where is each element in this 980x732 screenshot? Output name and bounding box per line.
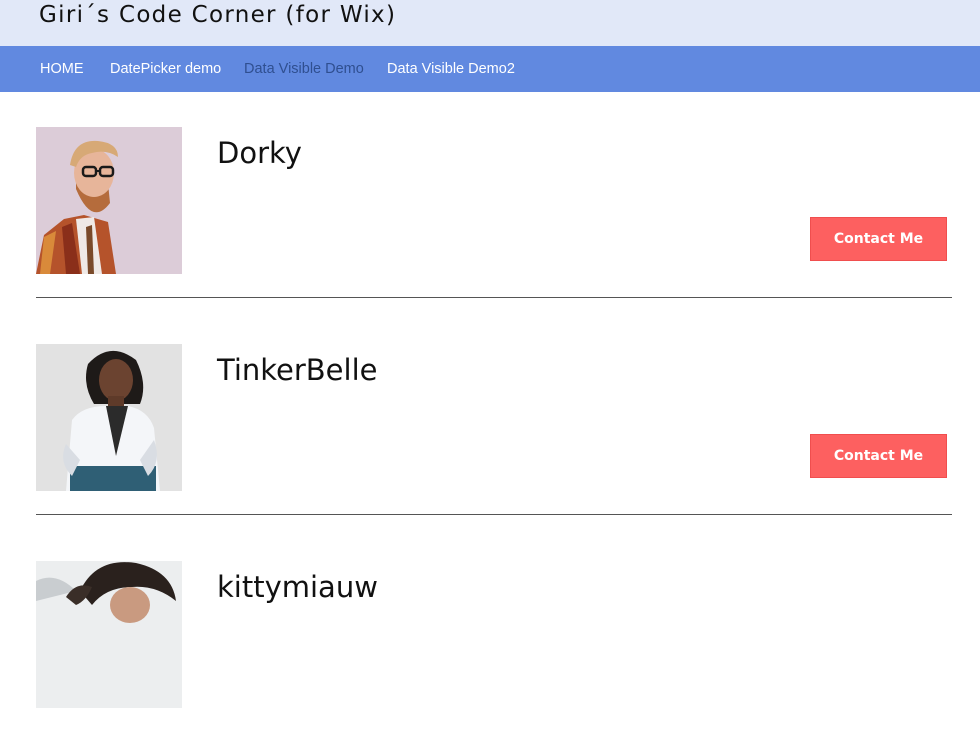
profile-item: Dorky Contact Me — [36, 127, 952, 298]
woman-portrait-image — [36, 344, 182, 491]
profile-photo — [36, 561, 182, 708]
nav-item-data-visible-demo2[interactable]: Data Visible Demo2 — [387, 61, 515, 77]
site-header: Giri´s Code Corner (for Wix) — [0, 0, 980, 46]
woman-curly-hair-image — [36, 561, 182, 708]
divider — [36, 514, 952, 515]
profile-name: kittymiauw — [217, 570, 378, 604]
divider — [36, 297, 952, 298]
profile-photo — [36, 127, 182, 274]
profile-item: TinkerBelle Contact Me — [36, 344, 952, 515]
profile-name: TinkerBelle — [217, 353, 378, 387]
contact-me-button[interactable]: Contact Me — [810, 217, 947, 261]
profile-name: Dorky — [217, 136, 302, 170]
contact-me-button[interactable]: Contact Me — [810, 434, 947, 478]
nav-item-datepicker-demo[interactable]: DatePicker demo — [110, 61, 221, 77]
nav-item-data-visible-demo[interactable]: Data Visible Demo — [244, 61, 364, 77]
nav-item-home[interactable]: HOME — [40, 61, 84, 77]
man-portrait-image — [36, 127, 182, 274]
nav-bar: HOME DatePicker demo Data Visible Demo D… — [0, 46, 980, 92]
profile-item: kittymiauw — [36, 561, 952, 732]
site-title[interactable]: Giri´s Code Corner (for Wix) — [39, 2, 396, 28]
profile-photo — [36, 344, 182, 491]
